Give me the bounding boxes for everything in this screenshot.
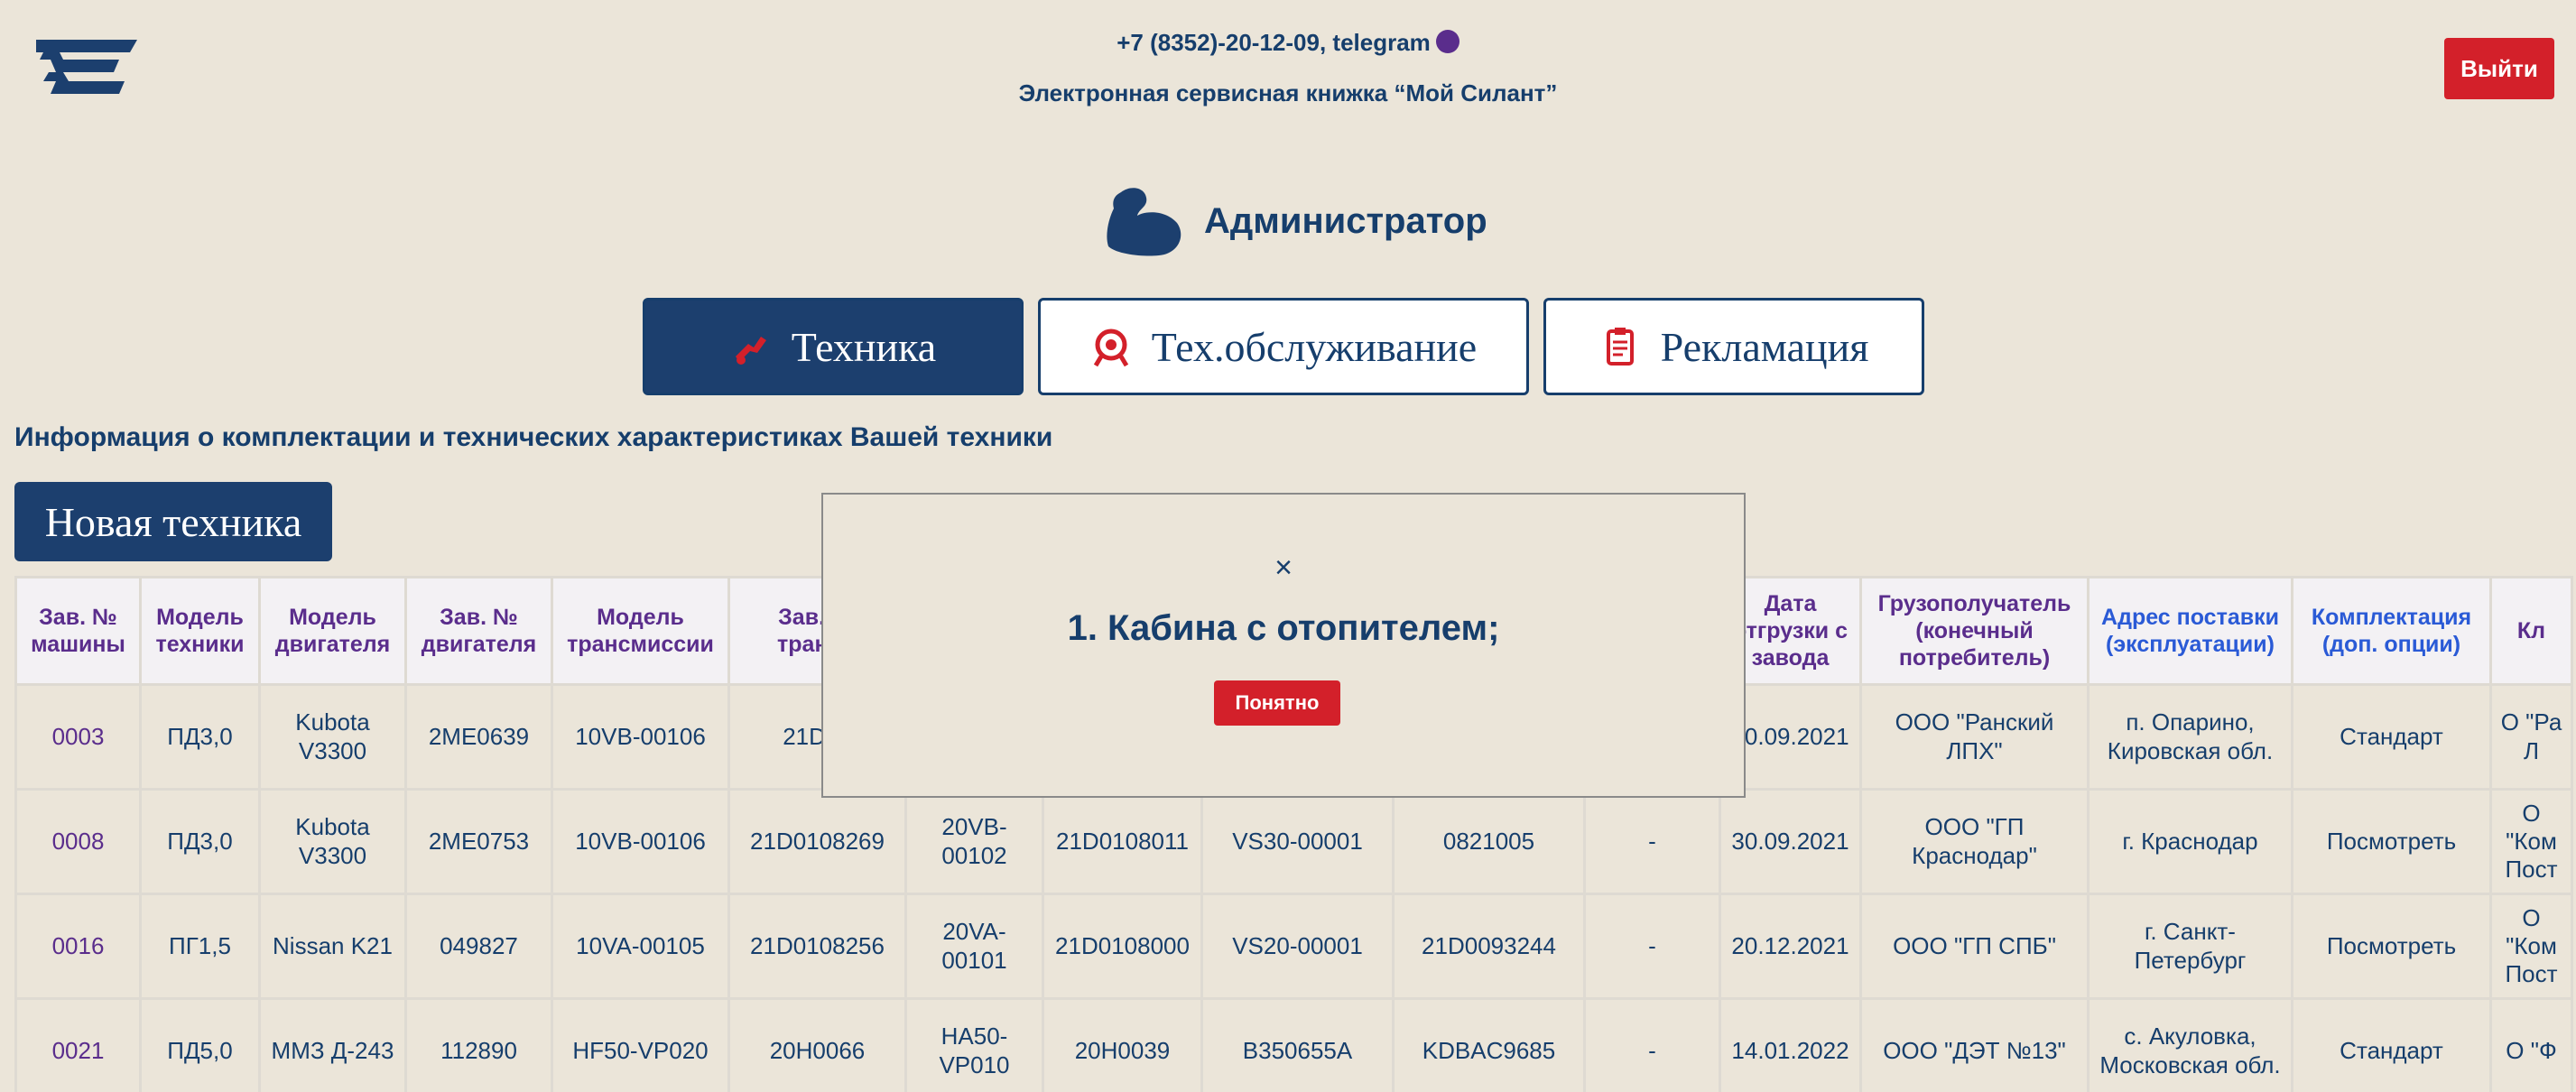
contact-phone: +7 (8352)-20-12-09, telegram (1117, 29, 1431, 56)
table-cell: 21D0093244 (1392, 893, 1586, 1000)
table-cell: п. Опарино, Кировская обл. (2087, 683, 2293, 791)
section-heading: Информация о комплектации и технических … (14, 422, 1053, 452)
tab-claims[interactable]: Рекламация (1543, 298, 1924, 395)
table-cell: 20VA-00101 (904, 893, 1044, 1000)
table-cell: 21D0108269 (727, 788, 907, 895)
table-cell: 20H0066 (727, 997, 907, 1092)
table-row[interactable]: 0021 ПД5,0 ММЗ Д-243 112890 HF50-VP020 2… (14, 997, 2573, 1092)
table-cell: Kubota V3300 (258, 683, 407, 791)
table-cell: Nissan K21 (258, 893, 407, 1000)
equipment-modal: × 1. Кабина с отопителем; Понятно (821, 493, 1746, 798)
table-cell: HA50-VP010 (904, 997, 1044, 1092)
table-cell: 20VB-00102 (904, 788, 1044, 895)
cell-machine-serial[interactable]: 0021 (14, 997, 142, 1092)
equipment-cell[interactable]: Посмотреть (2291, 788, 2492, 895)
table-cell: - (1583, 893, 1721, 1000)
service-gear-icon (1093, 329, 1128, 367)
table-cell: ПД3,0 (139, 683, 261, 791)
tab-machines[interactable]: Техника (643, 298, 1024, 395)
tab-maintenance-label: Тех.обслуживание (1151, 323, 1478, 370)
forklift-icon (735, 337, 766, 365)
table-cell: ООО "ГП Краснодар" (1859, 788, 2090, 895)
close-icon[interactable]: × (823, 551, 1744, 586)
table-cell: 20.12.2021 (1719, 893, 1862, 1000)
table-row[interactable]: 0016 ПГ1,5 Nissan K21 049827 10VA-00105 … (14, 893, 2573, 1000)
table-cell: г. Краснодар (2087, 788, 2293, 895)
contact-line: +7 (8352)-20-12-09, telegram (0, 29, 2576, 57)
table-cell: 049827 (404, 893, 553, 1000)
modal-ok-button[interactable]: Понятно (1214, 680, 1340, 726)
table-cell: О "Ра Л (2489, 683, 2573, 791)
header-engine-model[interactable]: Модель двигателя (258, 576, 407, 686)
table-cell: ПД3,0 (139, 788, 261, 895)
new-machine-button[interactable]: Новая техника (14, 482, 332, 561)
table-cell: 10VB-00106 (551, 683, 730, 791)
table-cell: 2ME0639 (404, 683, 553, 791)
table-cell: 21D0108256 (727, 893, 907, 1000)
page: +7 (8352)-20-12-09, telegram Электронная… (0, 0, 2576, 1092)
logout-button[interactable]: Выйти (2444, 38, 2554, 99)
table-cell: 21D0108000 (1042, 893, 1203, 1000)
cell-machine-serial[interactable]: 0003 (14, 683, 142, 791)
clipboard-icon (1606, 328, 1634, 366)
tab-machines-label: Техника (791, 323, 937, 370)
table-cell: с. Акуловка, Московская обл. (2087, 997, 2293, 1092)
table-cell: О "Ф (2489, 997, 2573, 1092)
equipment-cell[interactable]: Посмотреть (2291, 893, 2492, 1000)
table-cell: HF50-VP020 (551, 997, 730, 1092)
muscle-arm-icon (1107, 188, 1181, 256)
table-cell: VS20-00001 (1200, 893, 1395, 1000)
table-cell: г. Санкт-Петербург (2087, 893, 2293, 1000)
role-label: Администратор (1204, 200, 1487, 241)
header-machine-serial[interactable]: Зав. № машины (14, 576, 142, 686)
modal-message: 1. Кабина с отопителем; (1067, 608, 1500, 648)
table-cell: ООО "Ранский ЛПХ" (1859, 683, 2090, 791)
table-row[interactable]: 0008 ПД3,0 Kubota V3300 2ME0753 10VB-001… (14, 788, 2573, 895)
table-cell: - (1583, 997, 1721, 1092)
header-machine-model[interactable]: Модель техники (139, 576, 261, 686)
table-cell: ПД5,0 (139, 997, 261, 1092)
header-client[interactable]: Кл (2489, 576, 2573, 686)
table-cell: 14.01.2022 (1719, 997, 1862, 1092)
header-consignee[interactable]: Грузополучатель (конечный потребитель) (1859, 576, 2090, 686)
table-cell: KDBAC9685 (1392, 997, 1586, 1092)
header-equipment[interactable]: Комплектация (доп. опции) (2291, 576, 2492, 686)
table-cell: 30.09.2021 (1719, 788, 1862, 895)
table-cell: - (1583, 788, 1721, 895)
header-transmission-model[interactable]: Модель трансмиссии (551, 576, 730, 686)
equipment-cell[interactable]: Стандарт (2291, 683, 2492, 791)
equipment-cell[interactable]: Стандарт (2291, 997, 2492, 1092)
table-cell: 0821005 (1392, 788, 1586, 895)
table-cell: 21D0108011 (1042, 788, 1203, 895)
table-cell: 20H0039 (1042, 997, 1203, 1092)
table-cell: B350655A (1200, 997, 1395, 1092)
table-cell: 2ME0753 (404, 788, 553, 895)
telegram-icon[interactable] (1435, 30, 1459, 53)
role-heading: Администратор (1103, 180, 1487, 262)
table-cell: ООО "ДЭТ №13" (1859, 997, 2090, 1092)
table-cell: 112890 (404, 997, 553, 1092)
cell-machine-serial[interactable]: 0008 (14, 788, 142, 895)
table-cell: О "Ком Пост (2489, 893, 2573, 1000)
table-cell: ООО "ГП СПБ" (1859, 893, 2090, 1000)
cell-machine-serial[interactable]: 0016 (14, 893, 142, 1000)
table-cell: Kubota V3300 (258, 788, 407, 895)
tab-claims-label: Рекламация (1660, 323, 1869, 370)
app-subtitle: Электронная сервисная книжка “Мой Силант… (1018, 79, 1558, 106)
table-cell: VS30-00001 (1200, 788, 1395, 895)
header-delivery-address[interactable]: Адрес поставки (эксплуатации) (2087, 576, 2293, 686)
table-cell: О "Ком Пост (2489, 788, 2573, 895)
table-cell: ММЗ Д-243 (258, 997, 407, 1092)
header-engine-serial[interactable]: Зав. № двигателя (404, 576, 553, 686)
table-cell: 10VB-00106 (551, 788, 730, 895)
table-cell: ПГ1,5 (139, 893, 261, 1000)
tab-maintenance[interactable]: Тех.обслуживание (1038, 298, 1529, 395)
table-cell: 10VA-00105 (551, 893, 730, 1000)
